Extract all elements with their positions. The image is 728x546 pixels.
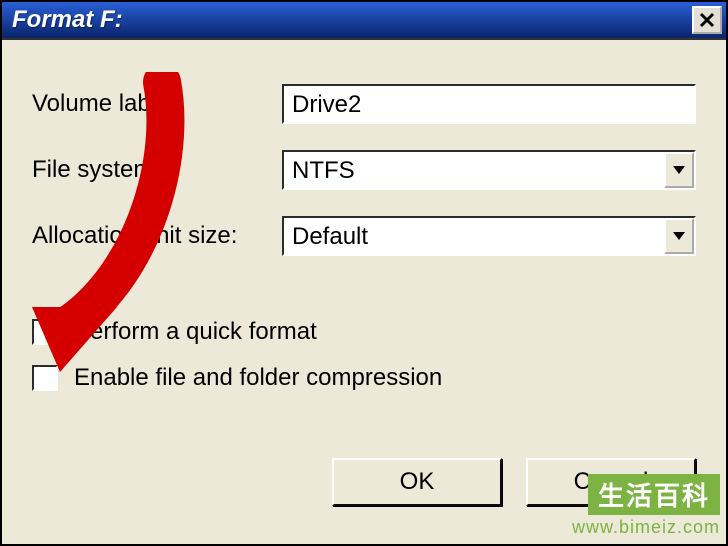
file-system-row: File system: NTFS [32,150,696,190]
compression-label: Enable file and folder compression [74,364,442,392]
quick-format-label: Perform a quick format [74,318,317,346]
volume-label-input[interactable]: Drive2 [282,84,696,124]
allocation-dropdown-button[interactable] [664,218,694,254]
close-button[interactable] [692,6,722,34]
file-system-label: File system: [32,156,282,184]
allocation-value: Default [284,218,664,254]
allocation-row: Allocation unit size: Default [32,216,696,256]
volume-label-row: Volume label: Drive2 [32,84,696,124]
cancel-button[interactable]: Cancel [526,458,696,506]
file-system-value: NTFS [284,152,664,188]
chevron-down-icon [673,232,685,240]
quick-format-row: Perform a quick format [32,318,696,346]
client-area: Volume label: Drive2 File system: NTFS A… [2,40,726,544]
volume-label-label: Volume label: [32,90,282,118]
titlebar: Format F: [2,2,726,40]
format-dialog: Format F: Volume label: Drive2 File syst… [0,0,728,546]
dialog-buttons: OK Cancel [332,458,696,506]
file-system-select[interactable]: NTFS [282,150,696,190]
allocation-label: Allocation unit size: [32,222,282,250]
compression-checkbox[interactable] [32,365,58,391]
ok-button[interactable]: OK [332,458,502,506]
quick-format-checkbox[interactable] [32,319,58,345]
close-icon [698,11,716,29]
allocation-select[interactable]: Default [282,216,696,256]
file-system-dropdown-button[interactable] [664,152,694,188]
chevron-down-icon [673,166,685,174]
compression-row: Enable file and folder compression [32,364,696,392]
window-title: Format F: [12,6,123,34]
